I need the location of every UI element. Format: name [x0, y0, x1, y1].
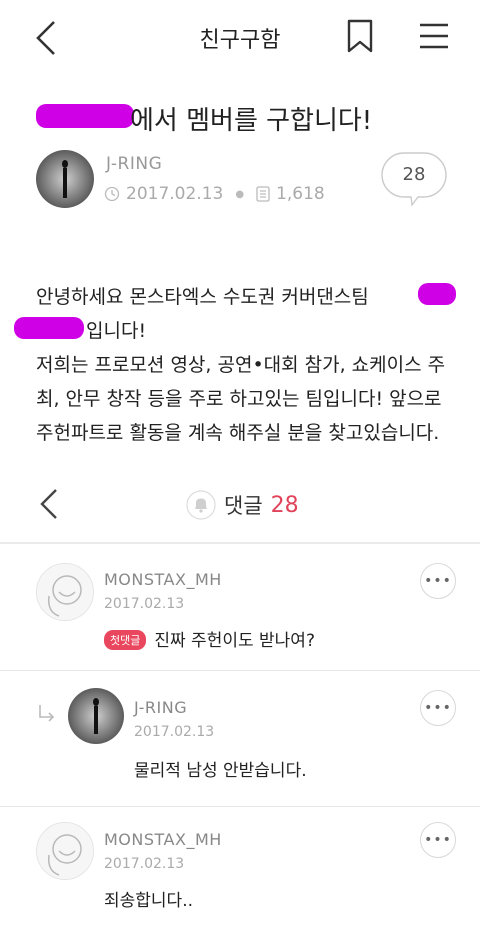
comment-date: 2017.02.13 — [104, 596, 185, 612]
bell-icon — [186, 490, 216, 520]
first-comment-badge: 첫댓글 — [104, 630, 147, 650]
reply-arrow-icon — [39, 705, 55, 722]
separator-dot: ● — [235, 188, 245, 200]
comments-header: 댓글 28 — [0, 484, 480, 536]
comment-text: 물리적 남성 안받습니다. — [134, 761, 307, 781]
bubble-count-text: 28 — [402, 164, 426, 185]
post-body: 안녕하세요 몬스타엑스 수도권 커버댄스팀 입니다! 저희는 프로모션 영상, … — [36, 280, 456, 450]
comment-more-button[interactable]: ••• — [420, 563, 456, 599]
comment-avatar[interactable] — [36, 563, 94, 621]
chevron-left-icon — [40, 489, 57, 519]
hamburger-menu-icon — [420, 23, 448, 49]
top-bar: 친구구함 — [0, 0, 480, 78]
bookmark-button[interactable] — [345, 18, 375, 54]
comment-date: 2017.02.13 — [104, 856, 185, 872]
page-title: 친구구함 — [199, 28, 281, 53]
comment-date: 2017.02.13 — [134, 724, 215, 740]
redaction-mark — [36, 104, 134, 128]
avatar-image — [36, 150, 94, 208]
comment-more-button[interactable]: ••• — [420, 690, 456, 726]
comment-author[interactable]: MONSTAX_MH — [104, 830, 222, 849]
body-line-2: 입니다! — [86, 320, 147, 342]
comments-label[interactable]: 댓글 28 — [186, 490, 299, 520]
comment-author[interactable]: J-RING — [134, 698, 187, 717]
post-meta: 2017.02.13 ● 1,618 — [104, 184, 325, 204]
comment-author[interactable]: MONSTAX_MH — [104, 570, 222, 589]
bookmark-icon — [347, 19, 373, 53]
comment-text: 진짜 주헌이도 받나여? — [154, 631, 315, 651]
divider — [0, 670, 480, 671]
body-line-1: 안녕하세요 몬스타엑스 수도권 커버댄스팀 — [36, 286, 369, 308]
comments-label-text: 댓글 — [224, 494, 263, 518]
document-icon — [256, 186, 270, 202]
smiley-avatar-image — [37, 564, 93, 620]
comments-back-button[interactable] — [36, 486, 60, 522]
comment-avatar[interactable] — [36, 822, 94, 880]
comment-text: 죄송합니다.. — [104, 891, 194, 911]
body-paragraph: 저희는 프로모션 영상, 공연•대회 참가, 쇼케이스 주최, 안무 창작 등을… — [36, 354, 446, 444]
menu-button[interactable] — [418, 20, 450, 52]
post-title: 에서 멤버를 구합니다! — [130, 100, 372, 137]
author-name[interactable]: J-RING — [106, 154, 162, 174]
comment-text-row: 첫댓글 진짜 주헌이도 받나여? — [104, 626, 315, 651]
smiley-avatar-image — [37, 823, 93, 879]
avatar-image — [68, 688, 124, 744]
view-count: 1,618 — [276, 184, 325, 204]
comments-count: 28 — [270, 492, 299, 518]
post-date: 2017.02.13 — [126, 184, 224, 204]
post-title-text: 에서 멤버를 구합니다! — [130, 106, 373, 136]
comment-avatar[interactable] — [68, 688, 124, 744]
comment-count-bubble[interactable]: 28 — [378, 150, 450, 208]
comment-more-button[interactable]: ••• — [420, 822, 456, 858]
author-avatar[interactable] — [36, 150, 94, 208]
divider — [0, 542, 480, 544]
divider — [0, 806, 480, 807]
clock-icon — [104, 186, 120, 202]
